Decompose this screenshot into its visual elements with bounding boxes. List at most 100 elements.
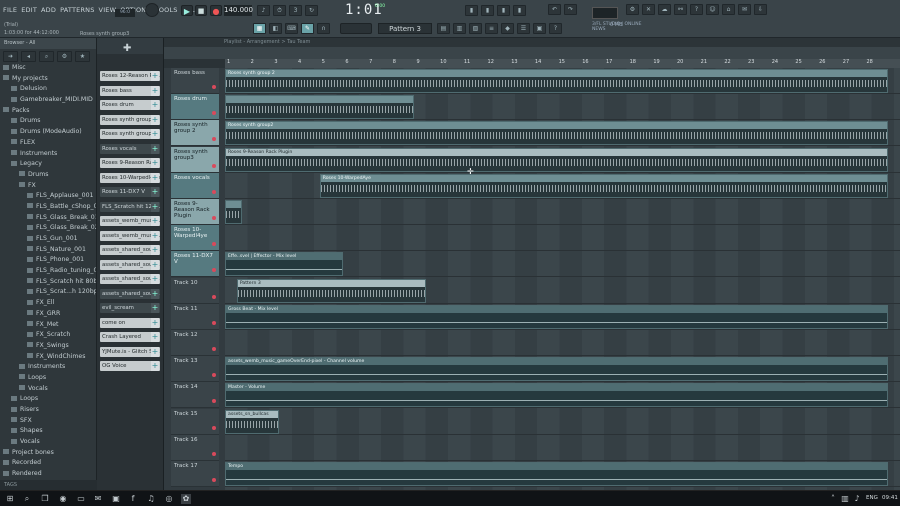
track-header[interactable]: Track 10 (171, 277, 219, 304)
pencil-icon[interactable]: ✎ (301, 23, 314, 34)
channel-button[interactable]: assets_shared_soun... + (100, 259, 160, 270)
playlist-clip[interactable]: Pattern 3 (236, 278, 427, 303)
link-icon[interactable]: ⚯ (674, 4, 687, 15)
track-mute-indicator[interactable] (212, 478, 216, 482)
browser-item[interactable]: Packs (0, 106, 96, 117)
browser-icon[interactable]: ☰ (517, 23, 530, 34)
playlist-clip[interactable]: Effe..svel | Effector - Mix level (225, 252, 344, 277)
browser-item[interactable]: Gamebreaker_MIDI.MID (0, 95, 96, 106)
undo-icon[interactable]: ↶ (548, 4, 561, 15)
playlist-clip[interactable]: assets_wemb_music_gameOverEnd-pixel - Ch… (225, 357, 889, 382)
playlist-clip[interactable]: Tempo (225, 462, 889, 486)
channel-button[interactable]: assets_wemb_music... + (100, 216, 160, 226)
browser-item[interactable]: Delusion (0, 84, 96, 95)
close-icon[interactable]: ✕ (642, 4, 655, 15)
explorer-icon[interactable]: ▭ (76, 494, 86, 504)
browser-item[interactable]: FLS_Scratch hit 80bpm (0, 277, 96, 288)
track-mute-indicator[interactable] (212, 425, 216, 430)
browser-item[interactable]: FX_Swings (0, 341, 96, 352)
collapse-icon[interactable]: ◂ (21, 51, 36, 62)
track-header[interactable]: Track 16 (171, 434, 219, 461)
chrome-icon[interactable]: ◉ (58, 494, 68, 504)
piano-roll-icon[interactable]: ▥ (453, 23, 466, 34)
track-mute-indicator[interactable] (212, 111, 216, 116)
channel-button[interactable]: assets_shared_soun... + (100, 245, 160, 255)
playlist-clip[interactable]: Master - Volume (225, 383, 889, 408)
track-mute-indicator[interactable] (212, 163, 216, 168)
track-header[interactable]: Roses vocals (171, 172, 219, 199)
add-icon[interactable]: + (151, 245, 159, 255)
playlist-clip[interactable]: Roses 10-WarpedAye (319, 173, 889, 198)
browser-item[interactable]: Legacy (0, 159, 96, 170)
browser-item[interactable]: Drums (ModeAudio) (0, 127, 96, 138)
add-icon[interactable]: + (151, 259, 159, 270)
track-mute-indicator[interactable] (212, 347, 216, 351)
playlist-clip[interactable] (225, 95, 415, 120)
channel-button[interactable]: Roses drum + (100, 100, 160, 110)
channel-button[interactable]: YJMute.is - Glitch Sa... + (100, 346, 160, 357)
browser-item[interactable]: Drums (0, 116, 96, 127)
store-icon[interactable]: ⌂ (722, 4, 735, 15)
playlist-clip[interactable]: Gross Beat - Mix level (225, 304, 889, 329)
browser-item[interactable]: Instruments (0, 149, 96, 160)
playlist-clip[interactable] (225, 200, 242, 224)
browser-item[interactable]: FLS_Glass_Break_02 (0, 223, 96, 234)
track-header[interactable]: Track 11 (171, 303, 219, 330)
app-icon[interactable]: ▣ (111, 494, 121, 504)
menu-item-add[interactable]: ADD (41, 6, 56, 14)
add-icon[interactable]: + (151, 303, 159, 313)
wait-icon[interactable]: ⏱ (273, 5, 286, 16)
channel-button[interactable]: assets_shared_soun... + (100, 274, 160, 284)
add-icon[interactable]: + (151, 158, 159, 168)
add-icon[interactable]: + (151, 288, 159, 299)
channel-button[interactable]: Roses 10-Warpedl4ye + (100, 172, 160, 183)
search-icon[interactable]: ⌕ (39, 51, 54, 62)
clock[interactable]: 09:41 (882, 495, 898, 501)
channel-button[interactable]: Roses 11-DX7 V + (100, 187, 160, 197)
browser-item[interactable]: FLS_Applause_001 (0, 191, 96, 202)
track-mute-indicator[interactable] (212, 242, 216, 247)
add-icon[interactable]: + (151, 71, 159, 81)
add-icon[interactable]: + (151, 114, 159, 125)
browser-item[interactable]: Recorded (0, 458, 96, 469)
track-header[interactable]: Roses synth group 2 (171, 120, 219, 147)
volume-icon[interactable]: ♪ (852, 494, 862, 504)
channel-button[interactable]: FLS_Scratch hit 120b... + (100, 201, 160, 212)
add-icon[interactable]: + (151, 346, 159, 357)
arrow-icon[interactable]: ➜ (3, 51, 18, 62)
add-icon[interactable]: + (151, 100, 159, 110)
playlist-clip[interactable]: Roses synth group 2 (225, 69, 889, 93)
add-icon[interactable]: + (151, 172, 159, 183)
menu-item-patterns[interactable]: PATTERNS (60, 6, 94, 14)
browser-item[interactable]: FX_WindChimes (0, 352, 96, 363)
track-header[interactable]: Roses 10-Warpedl4ye (171, 225, 219, 252)
browser-item[interactable]: FLS_Phone_001 (0, 255, 96, 266)
channel-rack-icon[interactable]: ▧ (469, 23, 482, 34)
browser-item[interactable]: Risers (0, 405, 96, 416)
cloud-icon[interactable]: ☁ (658, 4, 671, 15)
menu-item-view[interactable]: VIEW (99, 6, 117, 14)
language-indicator[interactable]: ENG (866, 495, 878, 501)
add-icon[interactable]: + (151, 143, 159, 154)
track-mute-indicator[interactable] (212, 216, 216, 220)
add-icon[interactable]: + (151, 85, 159, 96)
arrangement-lanes[interactable]: Roses synth group 2 Roses synth group2 Ros… (225, 68, 900, 490)
search-icon[interactable]: ⌕ (22, 494, 32, 504)
add-icon[interactable]: + (151, 230, 159, 241)
browser-item[interactable]: Vocals (0, 437, 96, 448)
browser-item[interactable]: FX_GRR (0, 309, 96, 320)
track-header[interactable]: Track 12 (171, 330, 219, 356)
track-header[interactable]: Roses synth group3 (171, 146, 219, 173)
redo-icon[interactable]: ↷ (564, 4, 577, 15)
browser-item[interactable]: FLS_Radio_tuning_001 (0, 266, 96, 277)
record-button[interactable]: ● (210, 5, 222, 16)
browser-item[interactable]: Instruments (0, 362, 96, 373)
fl-studio-icon[interactable]: ✿ (181, 494, 191, 504)
browser-item[interactable]: Shapes (0, 426, 96, 437)
browser-item[interactable]: My projects (0, 74, 96, 85)
channel-button[interactable]: evil_scream + (100, 303, 160, 313)
pattern-selector[interactable]: Pattern 3 (378, 23, 432, 34)
browser-item[interactable]: FLS_Scrat...h 120bpm (0, 287, 96, 298)
playlist-clip[interactable]: Roses synth group2 (225, 121, 889, 146)
master-volume-knob[interactable] (145, 3, 159, 17)
